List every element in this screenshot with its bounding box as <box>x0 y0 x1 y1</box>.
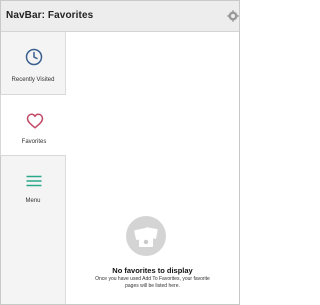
sidebar-item-favorites[interactable]: Favorites <box>0 94 67 156</box>
clock-icon <box>25 48 43 66</box>
sidebar-item-menu[interactable]: Menu <box>1 156 65 218</box>
sidebar-item-recently-visited[interactable]: Recently Visited <box>1 32 65 94</box>
gear-icon[interactable] <box>227 10 239 22</box>
navbar-header: NavBar: Favorites <box>1 1 239 32</box>
no-favorites-icon <box>126 216 166 256</box>
sidebar-item-label: Menu <box>25 198 41 204</box>
sidebar-item-label: Favorites <box>21 139 47 145</box>
navbar-sidebar: Recently Visited Favorites Menu <box>0 32 67 304</box>
heart-icon <box>26 113 44 129</box>
favorites-panel: No favorites to display Once you have us… <box>66 32 239 304</box>
page-title: NavBar: Favorites <box>6 10 94 21</box>
empty-state-line: pages will be listed here. <box>125 283 180 289</box>
empty-state-title: No favorites to display <box>112 266 193 275</box>
menu-icon <box>26 175 42 187</box>
empty-state-message: Once you have used Add To Favorites, you… <box>66 276 239 290</box>
empty-state-line: Once you have used Add To Favorites, you… <box>95 276 210 282</box>
sidebar-item-label: Recently Visited <box>11 77 55 83</box>
